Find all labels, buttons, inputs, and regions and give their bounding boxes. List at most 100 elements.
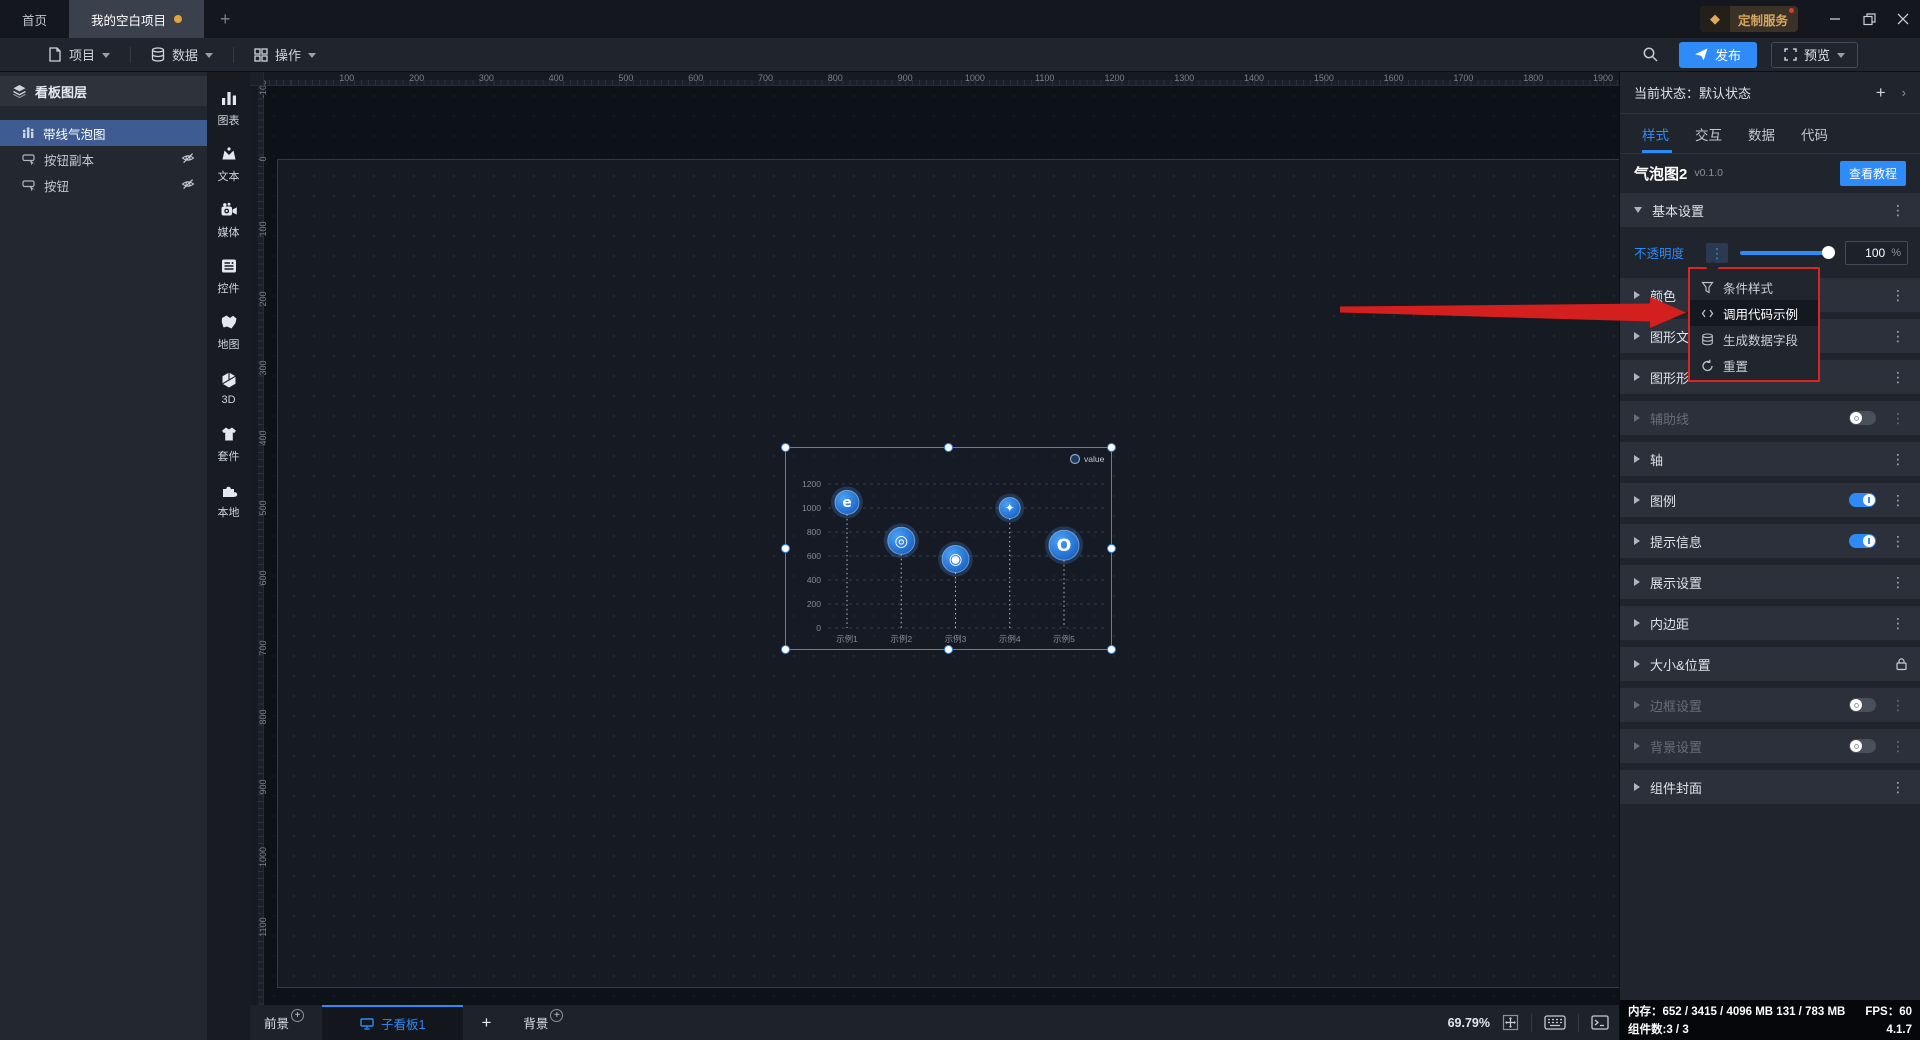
layer-item-3[interactable]: 按钮 [0,172,207,198]
dock-item-文本[interactable]: 文本 [207,136,250,192]
layer-item-2[interactable]: 按钮副本 [0,146,207,172]
resize-handle-middle-left[interactable] [781,543,790,553]
layer-item-1[interactable]: 带线气泡图 [0,120,207,146]
expand-arrow-icon[interactable] [1634,496,1640,504]
expand-arrow-icon[interactable] [1634,291,1640,299]
section-menu-button[interactable]: ⋮ [1888,327,1908,345]
view-tutorial-button[interactable]: 查看教程 [1839,160,1906,186]
canvas[interactable]: 100 200 300 400 500 600 700 800 900 1000 1100 1200 1… [250,72,1619,1005]
minimize-button[interactable] [1818,0,1852,38]
zoom-percent[interactable]: 69.79% [1448,1016,1490,1030]
section-menu-button[interactable]: ⋮ [1888,201,1908,219]
resize-handle-top-center[interactable] [943,443,953,452]
expand-arrow-icon[interactable] [1634,619,1640,627]
add-foreground-icon[interactable]: + [291,1009,305,1022]
section-menu-button[interactable]: ⋮ [1888,286,1908,304]
menu-item-3[interactable]: 生成数据字段 [1690,326,1818,352]
preview-button[interactable]: 预览 [1770,41,1858,68]
shortcut-keyboard-icon[interactable] [1544,1015,1566,1030]
bubble-chart-component[interactable]: 0 200 400 600 800 1000 1200 value e 示例1 ◎ 示例2 ◉ 示例3 ✦ 示… [781,443,1116,654]
dock-item-3D[interactable]: 3D [207,360,250,416]
section-menu-button[interactable]: ⋮ [1888,614,1908,632]
toolbar-menu-3[interactable]: 操作 [234,45,336,64]
background-label[interactable]: 背景 + [523,1009,564,1032]
section-轴[interactable]: 轴 ⋮ [1620,442,1920,476]
section-menu-button[interactable]: ⋮ [1888,778,1908,796]
restore-button[interactable] [1852,0,1886,38]
inspector-tab-2[interactable]: 交互 [1695,124,1722,144]
window-tab-2[interactable]: 我的空白项目 [69,0,205,38]
resize-handle-middle-right[interactable] [1107,543,1116,553]
expand-arrow-icon[interactable] [1634,332,1640,340]
new-project-tab-button[interactable]: + [204,0,247,38]
section-menu-button[interactable]: ⋮ [1888,573,1908,591]
console-terminal-icon[interactable] [1591,1015,1609,1030]
section-组件封面[interactable]: 组件封面 ⋮ [1620,770,1920,804]
dock-item-图表[interactable]: 图表 [207,80,250,136]
close-button[interactable] [1886,0,1920,38]
inspector-tab-3[interactable]: 数据 [1748,124,1775,144]
expand-states-icon[interactable]: › [1902,85,1906,100]
section-menu-button[interactable]: ⋮ [1888,737,1908,755]
inspector-tab-4[interactable]: 代码 [1801,124,1828,144]
menu-item-2[interactable]: 调用代码示例 [1690,300,1818,326]
expand-arrow-icon[interactable] [1634,578,1640,586]
expand-arrow-icon[interactable] [1634,373,1640,381]
section-menu-button[interactable]: ⋮ [1888,696,1908,714]
dock-item-本地[interactable]: 本地 [207,472,250,528]
menu-item-1[interactable]: 条件样式 [1690,274,1818,300]
menu-item-4[interactable]: 重置 [1690,352,1818,378]
section-menu-button[interactable]: ⋮ [1888,450,1908,468]
section-提示信息[interactable]: 提示信息 ⋮ [1620,524,1920,558]
publish-button[interactable]: 发布 [1678,41,1757,68]
section-背景设置[interactable]: 背景设置 ⋮ [1620,729,1920,763]
resize-handle-top-left[interactable] [781,443,790,452]
fit-to-screen-icon[interactable] [1502,1014,1519,1031]
expand-arrow-icon[interactable] [1634,742,1640,750]
section-内边距[interactable]: 内边距 ⋮ [1620,606,1920,640]
section-toggle-on[interactable] [1849,534,1876,548]
dock-item-媒体[interactable]: 媒体 [207,192,250,248]
expand-arrow-icon[interactable] [1634,701,1640,709]
sub-board-tab[interactable]: 子看板1 [322,1005,464,1040]
dock-item-地图[interactable]: 地图 [207,304,250,360]
inspector-tab-1[interactable]: 样式 [1642,124,1669,144]
section-基本设置[interactable]: 基本设置 ⋮ [1620,193,1920,227]
toolbar-menu-2[interactable]: 数据 [131,45,233,64]
section-menu-button[interactable]: ⋮ [1888,409,1908,427]
expand-arrow-icon[interactable] [1634,455,1640,463]
dock-item-控件[interactable]: 控件 [207,248,250,304]
opacity-menu-button[interactable]: ⋮ [1706,242,1729,263]
section-大小&位置[interactable]: 大小&位置 [1620,647,1920,681]
resize-handle-bottom-left[interactable] [781,645,790,654]
add-sub-board-button[interactable]: + [463,1013,509,1033]
foreground-label[interactable]: 前景 + [264,1009,305,1032]
expand-arrow-icon[interactable] [1634,414,1640,422]
section-menu-button[interactable]: ⋮ [1888,532,1908,550]
section-menu-button[interactable]: ⋮ [1888,491,1908,509]
section-toggle-off[interactable] [1849,698,1876,712]
resize-handle-bottom-center[interactable] [943,645,953,654]
opacity-value-input[interactable]: 100% [1845,240,1908,265]
custom-service-button[interactable]: ◆ 定制服务 [1699,6,1798,32]
resize-handle-bottom-right[interactable] [1107,645,1116,654]
hidden-eye-icon[interactable] [181,151,195,165]
section-图例[interactable]: 图例 ⋮ [1620,483,1920,517]
dock-item-套件[interactable]: 套件 [207,416,250,472]
lock-icon[interactable] [1895,657,1908,671]
opacity-slider[interactable] [1740,245,1836,259]
expand-arrow-icon[interactable] [1634,660,1640,668]
add-state-button[interactable]: + [1876,83,1886,103]
add-background-icon[interactable]: + [550,1009,564,1022]
section-toggle-on[interactable] [1849,493,1876,507]
section-toggle-off[interactable] [1849,739,1876,753]
collapse-arrow-icon[interactable] [1634,207,1642,213]
resize-handle-top-right[interactable] [1107,443,1116,452]
hidden-eye-icon[interactable] [181,177,195,191]
section-toggle-off[interactable] [1849,411,1876,425]
opacity-slider-knob[interactable] [1822,245,1836,259]
expand-arrow-icon[interactable] [1634,537,1640,545]
section-menu-button[interactable]: ⋮ [1888,368,1908,386]
toolbar-menu-1[interactable]: 项目 [28,45,130,64]
section-辅助线[interactable]: 辅助线 ⋮ [1620,401,1920,435]
